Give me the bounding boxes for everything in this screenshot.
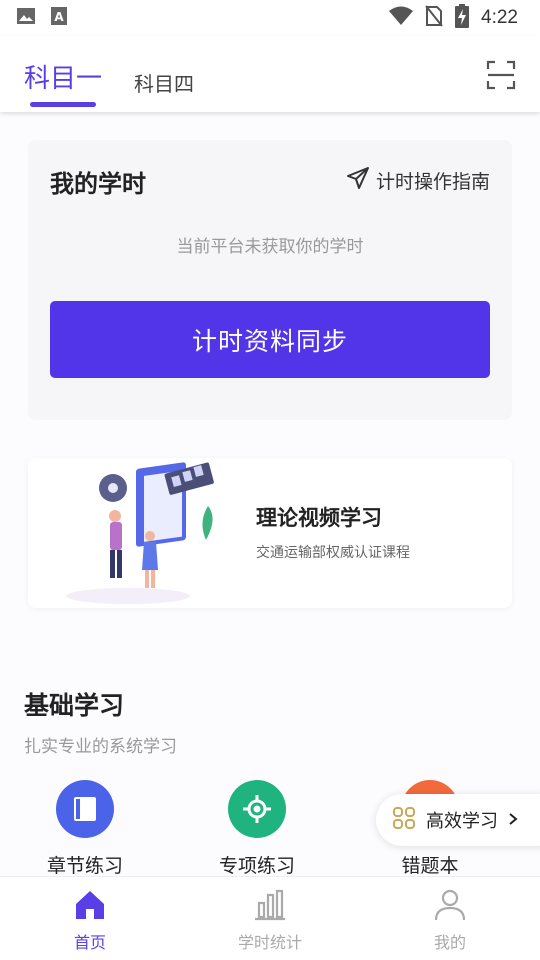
- chapter-practice-label: 章节练习: [46, 855, 123, 877]
- video-learning-title: 理论视频学习: [256, 506, 382, 530]
- tab-subject-one[interactable]: 科目一: [24, 58, 102, 95]
- sync-timing-button[interactable]: 计时资料同步: [50, 301, 490, 378]
- paper-plane-icon: [346, 166, 370, 195]
- status-bar: A 4:22: [0, 0, 540, 36]
- grid-apps-icon: [392, 806, 416, 835]
- basic-learning-title: 基础学习: [24, 691, 125, 720]
- target-icon: [228, 780, 286, 838]
- study-hours-message: 当前平台未获取你的学时: [176, 237, 364, 257]
- mistake-book-label: 错题本: [401, 855, 459, 877]
- book-icon: [56, 780, 114, 838]
- study-hours-card: 我的学时 计时操作指南 当前平台未获取你的学时 计时资料同步: [28, 140, 512, 420]
- video-learning-illustration: [58, 458, 238, 608]
- nav-home[interactable]: 首页: [30, 887, 150, 953]
- active-tab-indicator: [30, 102, 96, 107]
- special-practice-label: 专项练习: [218, 855, 295, 877]
- basic-learning-subtitle: 扎实专业的系统学习: [24, 737, 177, 757]
- svg-text:A: A: [54, 10, 64, 24]
- nav-mine[interactable]: 我的: [390, 887, 510, 953]
- timing-guide-link[interactable]: 计时操作指南: [346, 166, 490, 195]
- top-tab-bar: 科目一 科目四: [0, 36, 540, 112]
- battery-charging-icon: [455, 4, 470, 32]
- status-time: 4:22: [481, 7, 518, 28]
- nav-mine-label: 我的: [433, 933, 466, 952]
- font-notification-icon: A: [50, 6, 68, 30]
- bottom-navigation: 首页 学时统计 我的: [0, 876, 540, 960]
- nav-hours-stats[interactable]: 学时统计: [210, 887, 330, 953]
- bar-chart-icon: [252, 889, 288, 927]
- efficient-learning-label: 高效学习: [426, 811, 498, 832]
- video-learning-subtitle: 交通运输部权威认证课程: [256, 545, 410, 561]
- timing-guide-label: 计时操作指南: [375, 171, 490, 193]
- efficient-learning-button[interactable]: 高效学习: [376, 794, 540, 846]
- special-practice-button[interactable]: 专项练习: [192, 780, 322, 878]
- nav-home-label: 首页: [73, 933, 106, 952]
- home-icon: [72, 891, 108, 927]
- user-icon: [432, 889, 468, 927]
- no-sim-icon: [425, 5, 443, 31]
- video-learning-card[interactable]: 理论视频学习 交通运输部权威认证课程: [28, 458, 512, 608]
- wifi-icon: [389, 6, 414, 30]
- image-notification-icon: [16, 7, 36, 29]
- scan-icon[interactable]: [486, 60, 516, 90]
- nav-hours-stats-label: 学时统计: [237, 933, 302, 952]
- tab-subject-four[interactable]: 科目四: [134, 68, 194, 97]
- chevron-right-icon: [508, 810, 518, 831]
- chapter-practice-button[interactable]: 章节练习: [20, 780, 150, 878]
- study-hours-title: 我的学时: [50, 170, 146, 198]
